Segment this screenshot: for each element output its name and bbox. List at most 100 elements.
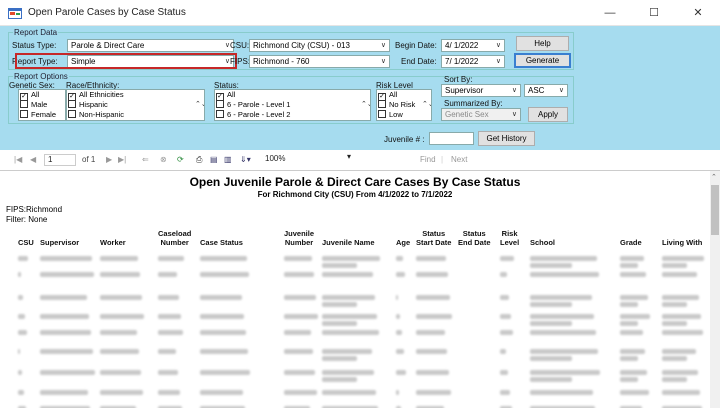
fips-select[interactable]: Richmond - 760 ∨: [249, 55, 390, 68]
export-icon[interactable]: ⇓▾: [240, 155, 251, 164]
redacted-cell: [158, 349, 176, 354]
zoom-select[interactable]: 100% ▾: [263, 152, 353, 166]
generate-button[interactable]: Generate: [514, 53, 571, 68]
scroll-thumb[interactable]: [711, 185, 719, 235]
checkbox-icon[interactable]: [378, 110, 386, 118]
column-header: Juvenile Name: [322, 229, 375, 247]
vertical-scrollbar[interactable]: ⌃: [710, 171, 720, 408]
column-header: CSU: [18, 229, 34, 247]
print-layout-icon[interactable]: ▤: [210, 155, 218, 164]
redacted-cell: [620, 349, 645, 354]
sort-direction-select[interactable]: ASC ∨: [524, 84, 568, 97]
risk-level-list[interactable]: ✓All No Risk Low ⌃⌄: [376, 89, 432, 121]
last-page-icon[interactable]: ▶|: [118, 155, 126, 164]
list-item[interactable]: ✓ All: [19, 90, 65, 101]
redacted-cell: [158, 295, 179, 300]
list-item[interactable]: Non-Hispanic: [67, 110, 204, 120]
report-type-highlight: [15, 53, 237, 69]
redacted-cell: [40, 349, 93, 354]
checkbox-icon[interactable]: [20, 100, 28, 108]
prev-page-icon[interactable]: ◀: [30, 155, 36, 164]
juvenile-number-input[interactable]: [429, 132, 474, 145]
end-date-picker[interactable]: 7/ 1/2022 ∨: [441, 55, 505, 68]
table-row: [0, 404, 710, 408]
redacted-cell: [18, 272, 21, 277]
column-header: Grade: [620, 229, 642, 247]
help-button[interactable]: Help: [516, 36, 569, 51]
find-link[interactable]: Find: [420, 155, 436, 164]
redacted-cell: [620, 390, 649, 395]
redacted-cell: [500, 390, 510, 395]
summarized-by-select[interactable]: Genetic Sex ∨: [441, 108, 521, 121]
column-header-line2: School: [530, 238, 556, 247]
next-page-icon[interactable]: ▶: [106, 155, 112, 164]
back-icon[interactable]: ⇐: [142, 155, 149, 164]
redacted-cell: [620, 370, 647, 375]
column-header: Caseload Number: [158, 229, 191, 247]
status-list[interactable]: ✓ All 6 - Parole - Level 1 6 - Parole - L…: [214, 89, 371, 121]
checkbox-icon[interactable]: [216, 110, 224, 118]
race-list-scrollbar[interactable]: ⌃⌄: [195, 90, 204, 120]
redacted-cell: [158, 256, 184, 261]
redacted-cell: [40, 330, 91, 335]
checkbox-icon[interactable]: [68, 110, 76, 118]
checkbox-icon[interactable]: [68, 100, 76, 108]
redacted-cell: [284, 330, 311, 335]
redacted-cell: [322, 302, 357, 307]
get-history-button[interactable]: Get History: [478, 131, 535, 146]
redacted-cell: [158, 314, 181, 319]
checkbox-icon[interactable]: [378, 100, 386, 108]
redacted-cell: [158, 272, 177, 277]
page-number-input[interactable]: 1: [44, 154, 76, 166]
chevron-down-icon: ∨: [495, 58, 501, 65]
redacted-cell: [100, 314, 144, 319]
table-row: [0, 347, 710, 363]
risk-list-scrollbar[interactable]: ⌃⌄: [422, 90, 431, 120]
list-item[interactable]: 6 - Parole - Level 2: [215, 110, 370, 120]
column-header-line2: Age: [396, 238, 411, 247]
list-item[interactable]: Female: [19, 110, 65, 120]
page-setup-icon[interactable]: ▥: [224, 155, 232, 164]
refresh-icon[interactable]: ⟳: [177, 155, 184, 164]
column-header: Juvenile Number: [284, 229, 314, 247]
genetic-sex-list[interactable]: ✓ All Male Female: [18, 89, 66, 121]
find-next-link[interactable]: Next: [451, 155, 467, 164]
column-header: Worker: [100, 229, 126, 247]
redacted-cell: [530, 356, 572, 361]
column-header-line1: Status: [462, 229, 486, 238]
minimize-button[interactable]: —: [588, 0, 632, 26]
print-icon[interactable]: ⎙: [196, 155, 202, 165]
redacted-cell: [18, 256, 28, 261]
stop-icon[interactable]: ⊗: [160, 155, 167, 164]
apply-button[interactable]: Apply: [528, 107, 568, 122]
status-list-scrollbar[interactable]: ⌃⌄: [361, 90, 370, 120]
checkbox-icon[interactable]: [20, 110, 28, 118]
list-item[interactable]: Male: [19, 100, 65, 110]
begin-date-label: Begin Date:: [395, 41, 437, 50]
redacted-cell: [500, 349, 506, 354]
list-item[interactable]: Hispanic: [67, 100, 204, 110]
parameters-panel: Report Data Status Type: Parole & Direct…: [0, 26, 720, 150]
race-list[interactable]: ✓ All Ethnicities Hispanic Non-Hispanic ⌃…: [66, 89, 205, 121]
redacted-cell: [396, 295, 398, 300]
list-item[interactable]: ✓ All: [215, 90, 370, 101]
redacted-cell: [158, 330, 183, 335]
begin-date-picker[interactable]: 4/ 1/2022 ∨: [441, 39, 505, 52]
list-item[interactable]: 6 - Parole - Level 1: [215, 100, 370, 110]
sort-by-select[interactable]: Supervisor ∨: [441, 84, 521, 97]
close-button[interactable]: ✕: [676, 0, 720, 26]
redacted-cell: [530, 263, 572, 268]
checkbox-icon[interactable]: [216, 100, 224, 108]
scroll-up-icon[interactable]: ⌃: [711, 173, 717, 181]
first-page-icon[interactable]: |◀: [14, 155, 22, 164]
redacted-cell: [530, 256, 597, 261]
maximize-button[interactable]: ☐: [632, 0, 676, 26]
redacted-cell: [416, 349, 447, 354]
redacted-cell: [500, 314, 511, 319]
csu-select[interactable]: Richmond City (CSU) - 013 ∨: [249, 39, 390, 52]
report-data-legend: Report Data: [14, 28, 58, 37]
redacted-cell: [284, 390, 317, 395]
status-type-select[interactable]: Parole & Direct Care ∨: [67, 39, 234, 52]
list-item[interactable]: ✓ All Ethnicities: [67, 90, 204, 101]
redacted-cell: [530, 370, 600, 375]
